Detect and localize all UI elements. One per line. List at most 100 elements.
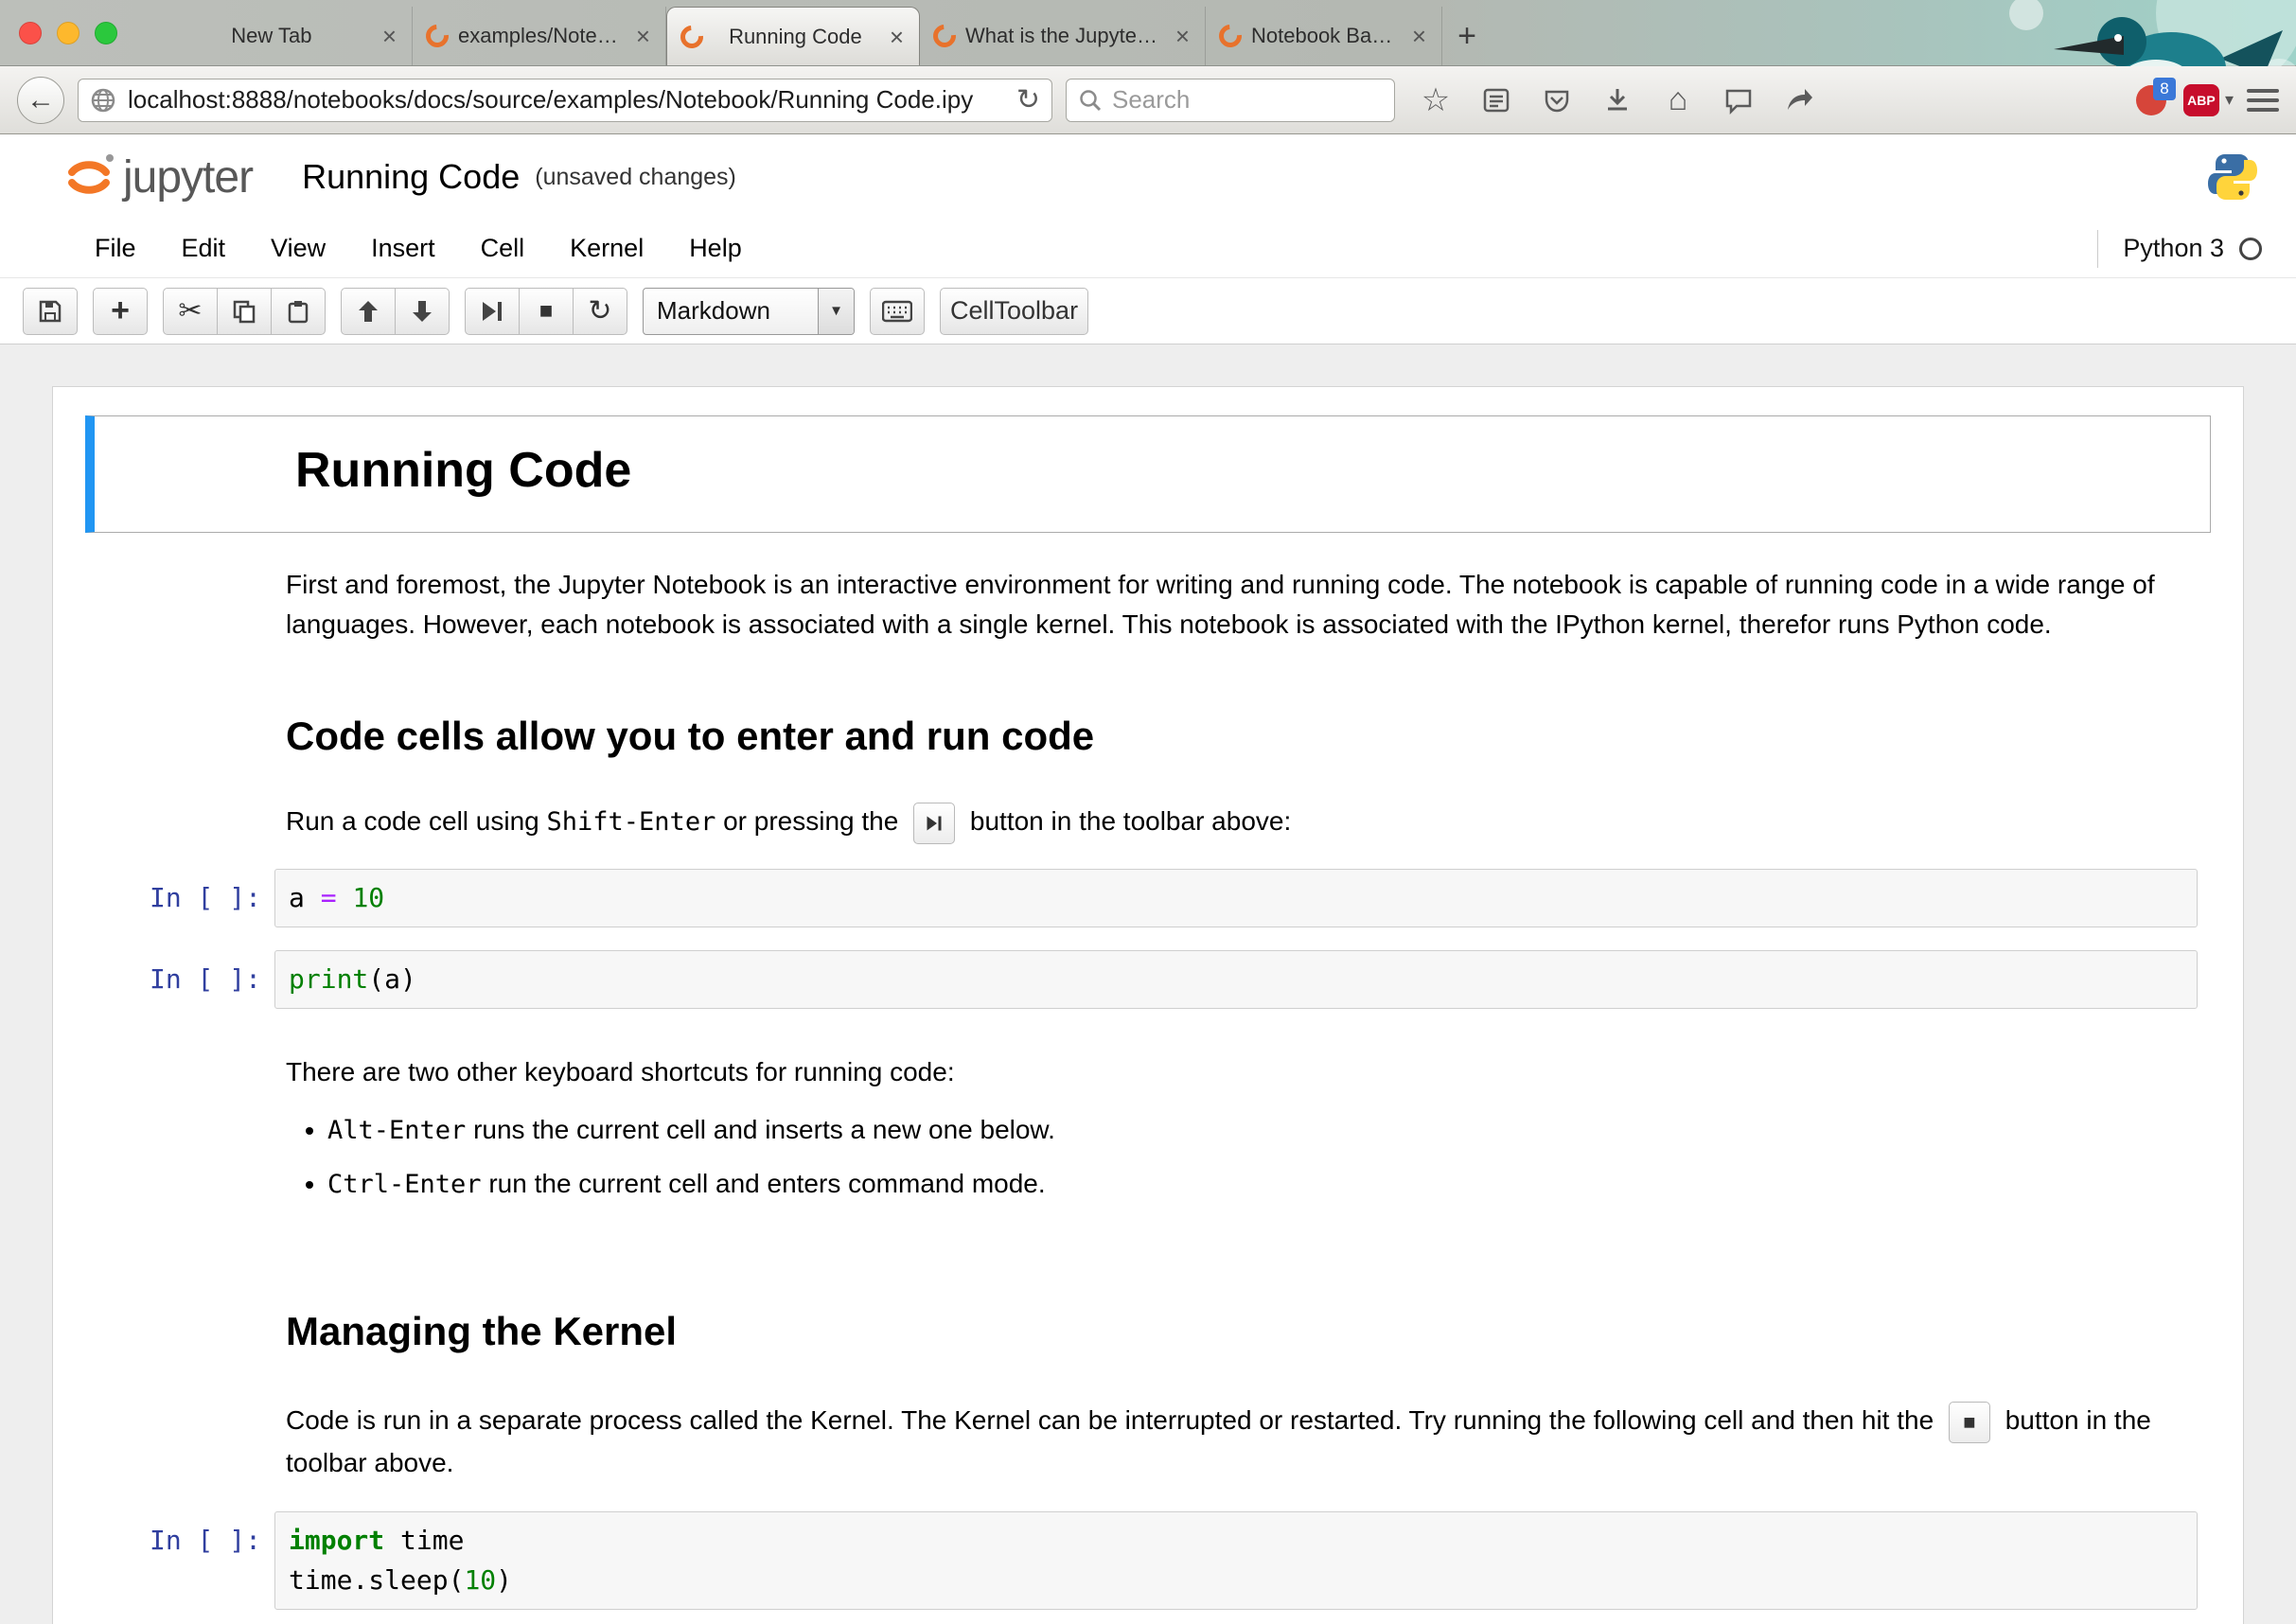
markdown-cell[interactable]: Run a code cell using Shift-Enter or pre… (53, 802, 2243, 844)
jupyter-favicon-icon (676, 21, 708, 53)
cell-prompt (104, 430, 284, 519)
kernel-idle-icon (2239, 238, 2262, 260)
back-button[interactable]: ← (17, 77, 64, 124)
browser-tab-bar: New Tab × examples/Notebook/ × Running C… (0, 0, 2296, 66)
url-bar[interactable]: localhost:8888/notebooks/docs/source/exa… (78, 79, 1052, 122)
tab-close-icon[interactable]: × (1174, 24, 1192, 48)
notebook-h1: Running Code (295, 443, 2189, 500)
tab-close-icon[interactable]: × (1410, 24, 1428, 48)
shortcuts-intro: There are two other keyboard shortcuts f… (274, 1052, 2211, 1092)
jupyter-favicon-icon (1214, 20, 1246, 52)
code-cell[interactable]: In [ ]: print(a) (53, 950, 2243, 1009)
code-cell[interactable]: In [ ]: import timetime.sleep(10) (53, 1511, 2243, 1610)
home-icon[interactable]: ⌂ (1660, 82, 1696, 118)
insert-cell-button[interactable]: + (93, 288, 148, 335)
menu-file[interactable]: File (72, 234, 159, 263)
screen: New Tab × examples/Notebook/ × Running C… (0, 0, 2296, 1624)
kernel-name: Python 3 (2123, 234, 2224, 263)
code-cell[interactable]: In [ ]: a = 10 (53, 869, 2243, 927)
code-input[interactable]: a = 10 (274, 869, 2198, 927)
tab-strip: New Tab × examples/Notebook/ × Running C… (159, 7, 1492, 65)
browser-nav-toolbar: ← localhost:8888/notebooks/docs/source/e… (0, 66, 2296, 134)
interrupt-kernel-button[interactable]: ■ (519, 288, 574, 335)
bookmark-star-icon[interactable]: ☆ (1418, 82, 1454, 118)
save-button[interactable] (23, 288, 78, 335)
bookmarks-menu-icon[interactable] (1478, 82, 1514, 118)
markdown-cell[interactable]: Code is run in a separate process called… (53, 1401, 2243, 1483)
downloads-icon[interactable] (1599, 82, 1635, 118)
share-icon[interactable] (1781, 82, 1817, 118)
cell-type-dropdown[interactable]: Markdown ▼ (643, 288, 855, 335)
celltoolbar-button[interactable]: CellToolbar (940, 288, 1088, 335)
tab-close-icon[interactable]: × (380, 24, 398, 48)
move-cell-up-button[interactable] (341, 288, 396, 335)
markdown-cell[interactable]: Code cells allow you to enter and run co… (53, 713, 2243, 760)
command-palette-button[interactable] (870, 288, 925, 335)
jupyter-logo-text: jupyter (123, 151, 253, 203)
url-text[interactable]: localhost:8888/notebooks/docs/source/exa… (128, 85, 1005, 115)
hello-chat-icon[interactable] (1721, 82, 1757, 118)
checkpoint-status: (unsaved changes) (535, 164, 736, 191)
run-paragraph-post: button in the toolbar above: (963, 806, 1291, 836)
new-tab-button[interactable]: + (1442, 7, 1492, 65)
jupyter-logo[interactable]: jupyter (62, 150, 253, 203)
menu-help[interactable]: Help (666, 234, 765, 263)
python-logo-icon (2207, 151, 2258, 203)
search-input[interactable] (1112, 85, 1383, 115)
stop-icon: ■ (1963, 1403, 1975, 1442)
selected-markdown-cell[interactable]: Running Code (85, 415, 2211, 533)
pocket-icon[interactable] (1539, 82, 1575, 118)
tab-close-icon[interactable]: × (634, 24, 652, 48)
notebook-h2-kernel: Managing the Kernel (286, 1308, 2199, 1355)
tab-close-icon[interactable]: × (888, 25, 906, 49)
jupyter-menu-bar: File Edit View Insert Cell Kernel Help P… (0, 220, 2296, 278)
notebook-h2-code-cells: Code cells allow you to enter and run co… (286, 713, 2199, 760)
move-cell-down-button[interactable] (395, 288, 450, 335)
markdown-cell[interactable]: There are two other keyboard shortcuts f… (53, 1052, 2243, 1092)
shortcuts-list: Alt-Enter runs the current cell and inse… (286, 1109, 2199, 1206)
jupyter-header: jupyter Running Code (unsaved changes) (0, 134, 2296, 220)
markdown-cell[interactable]: Alt-Enter runs the current cell and inse… (53, 1109, 2243, 1217)
tab-running-code-active[interactable]: Running Code × (666, 7, 920, 65)
menu-cell[interactable]: Cell (458, 234, 548, 263)
keyboard-icon (882, 300, 912, 323)
menu-view[interactable]: View (248, 234, 348, 263)
search-bar[interactable] (1066, 79, 1395, 122)
tab-examples-notebook[interactable]: examples/Notebook/ × (413, 7, 666, 65)
code-input[interactable]: import timetime.sleep(10) (274, 1511, 2198, 1610)
tab-new-tab[interactable]: New Tab × (159, 7, 413, 65)
run-icon (480, 300, 504, 323)
markdown-cell[interactable]: First and foremost, the Jupyter Notebook… (53, 565, 2243, 644)
tab-notebook-basics[interactable]: Notebook Basics × (1206, 7, 1442, 65)
window-zoom-button[interactable] (95, 22, 117, 44)
extension-badge-icon[interactable]: 8 (2132, 81, 2170, 119)
copy-cell-button[interactable] (217, 288, 272, 335)
tab-what-is-jupyter[interactable]: What is the Jupyter Notebook × (920, 7, 1206, 65)
code-input[interactable]: print(a) (274, 950, 2198, 1009)
jupyter-favicon-icon (421, 20, 453, 52)
reload-icon[interactable]: ↻ (1016, 83, 1040, 116)
kernel-indicator: Python 3 (2097, 230, 2262, 268)
window-minimize-button[interactable] (57, 22, 79, 44)
notebook-scroll-area[interactable]: Running Code First and foremost, the Jup… (0, 344, 2296, 1624)
restart-kernel-button[interactable]: ↻ (573, 288, 627, 335)
list-item-text: run the current cell and enters command … (482, 1169, 1046, 1198)
chevron-down-icon: ▾ (2225, 90, 2234, 110)
markdown-cell[interactable]: Managing the Kernel (53, 1308, 2243, 1355)
save-icon (37, 298, 63, 325)
cell-type-value: Markdown (644, 289, 818, 334)
menu-hamburger-icon[interactable] (2247, 89, 2279, 112)
notebook-title[interactable]: Running Code (302, 157, 520, 197)
window-controls (19, 22, 117, 44)
cut-cell-button[interactable]: ✂ (163, 288, 218, 335)
window-close-button[interactable] (19, 22, 42, 44)
menu-insert[interactable]: Insert (348, 234, 458, 263)
menu-edit[interactable]: Edit (159, 234, 249, 263)
inline-run-button-image (913, 803, 955, 844)
paste-cell-button[interactable] (271, 288, 326, 335)
kernel-paragraph: Code is run in a separate process called… (274, 1401, 2211, 1483)
run-cell-button[interactable] (465, 288, 520, 335)
menu-kernel[interactable]: Kernel (547, 234, 666, 263)
adblock-icon[interactable]: ABP ▾ (2183, 84, 2234, 116)
tab-label: New Tab (172, 24, 371, 48)
